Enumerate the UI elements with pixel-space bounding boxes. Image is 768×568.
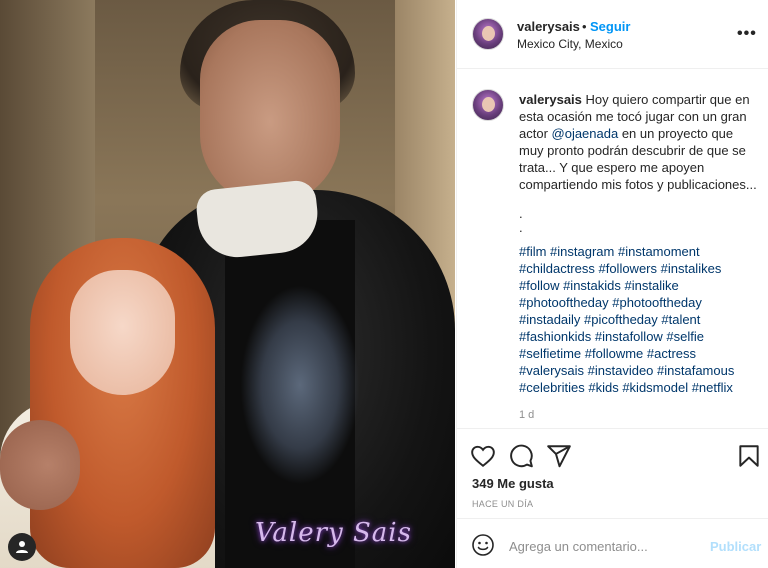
action-bar: 349 Me gusta HACE UN DÍA	[457, 428, 768, 518]
caption-dot: .	[519, 206, 523, 221]
caption-mention-link[interactable]: @ojaenada	[552, 126, 619, 141]
caption-area: valerysais Hoy quiero compartir que en e…	[457, 70, 768, 428]
follow-button[interactable]: Seguir	[590, 19, 630, 34]
caption-username[interactable]: valerysais	[519, 92, 582, 107]
likes-count[interactable]: 349 Me gusta	[472, 476, 554, 491]
more-horizontal-icon[interactable]: •••	[737, 25, 757, 43]
header-separator-dot: •	[582, 19, 587, 34]
emoji-icon[interactable]	[471, 533, 495, 557]
publish-comment-button[interactable]: Publicar	[710, 539, 761, 554]
photo-watermark: Valery Sais	[255, 518, 412, 548]
comment-input[interactable]: Agrega un comentario...	[509, 539, 648, 554]
share-icon[interactable]	[546, 443, 572, 469]
posted-time: HACE UN DÍA	[472, 499, 534, 509]
photo-arm	[0, 420, 80, 510]
caption-dots: . .	[519, 207, 523, 235]
caption-time-ago: 1 d	[519, 409, 535, 421]
comment-bar: Agrega un comentario... Publicar	[457, 518, 768, 568]
caption-hashtags[interactable]: #film #instagram #instamoment #childactr…	[519, 243, 759, 396]
photo-man-head	[200, 20, 340, 205]
avatar[interactable]	[472, 18, 504, 50]
post-photo[interactable]: Valery Sais	[0, 0, 455, 568]
post-side-panel: valerysais • Seguir Mexico City, Mexico …	[456, 0, 768, 568]
post-header: valerysais • Seguir Mexico City, Mexico …	[457, 0, 768, 69]
avatar[interactable]	[472, 89, 504, 121]
header-username[interactable]: valerysais	[517, 19, 580, 34]
photo-girl-face	[70, 270, 175, 395]
location-link[interactable]: Mexico City, Mexico	[517, 37, 623, 51]
photo-shirt-print	[240, 285, 360, 485]
comment-icon[interactable]	[508, 443, 534, 469]
caption-text: valerysais Hoy quiero compartir que en e…	[519, 91, 759, 193]
user-tag-icon[interactable]	[8, 533, 36, 561]
caption-dot: .	[519, 220, 523, 235]
heart-icon[interactable]	[470, 443, 496, 469]
bookmark-icon[interactable]	[736, 443, 762, 469]
